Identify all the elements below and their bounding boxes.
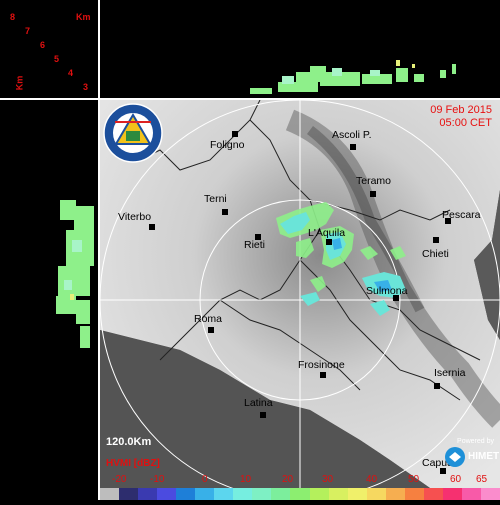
legend-color-cell [100,488,120,500]
legend-tick: -10 [150,474,165,485]
legend-tick: 50 [408,474,420,485]
legend-color-cell [423,488,443,500]
legend-color-cell [138,488,158,500]
legend-color-cell [233,488,253,500]
legend-color-cell [290,488,310,500]
legend-color-cell [195,488,215,500]
legend-tick: -20 [112,474,127,485]
echo-profile-left [56,200,94,348]
timestamp: 09 Feb 2015 05:00 CET [430,104,492,130]
city-laquila: L'Aquila [308,227,345,239]
legend-tick: 60 [450,474,462,485]
city-chieti: Chieti [422,248,449,260]
legend-color-cell [309,488,329,500]
legend-color-cell [328,488,348,500]
legend-color-cell [442,488,462,500]
timestamp-date: 09 Feb 2015 [430,104,492,116]
himet-logo: HIMET [444,446,500,468]
vertical-profile-ns-panel [0,100,98,500]
legend-color-cell [271,488,291,500]
height-tick: 6 [40,40,46,50]
legend-color-cell [385,488,405,500]
height-unit-left: Km [14,75,25,91]
brand-name: HIMET [468,451,500,462]
city-ascoli: Ascoli P. [332,129,372,141]
legend-color-cell [176,488,196,500]
city-roma: Roma [194,313,222,325]
legend-color-cell [214,488,234,500]
legend-color-cell [366,488,386,500]
legend-tick: 10 [240,474,252,485]
vertical-profile-ew-panel [100,0,500,98]
city-frosinone: Frosinone [298,359,345,371]
color-scale-legend [100,488,500,500]
city-sulmona: Sulmona [366,285,408,297]
legend-color-cell [347,488,367,500]
legend-tick: 20 [282,474,294,485]
product-label: HVMI [dBZ] [106,458,160,469]
legend-ticks: -20 -10 0 10 20 30 40 50 60 65 [100,474,500,486]
timestamp-time: 05:00 CET [439,117,492,129]
city-foligno: Foligno [210,139,245,151]
legend-tick: 65 [476,474,488,485]
powered-by-label: Powered by [457,438,494,445]
height-unit-top: Km [76,12,91,22]
height-tick: 3 [83,82,89,92]
legend-color-cell [119,488,139,500]
height-tick: 7 [25,26,31,36]
echo-profile-top [250,60,456,94]
legend-color-cell [252,488,272,500]
legend-tick: 40 [366,474,378,485]
city-teramo: Teramo [356,175,391,187]
legend-tick: 30 [322,474,334,485]
legend-tick: 0 [202,474,208,485]
legend-color-cell [157,488,177,500]
city-terni: Terni [204,193,227,205]
city-latina: Latina [244,397,273,409]
height-tick: 8 [10,12,16,22]
height-tick: 5 [54,54,60,64]
range-label: 120.0Km [106,436,152,448]
city-isernia: Isernia [434,367,466,379]
legend-color-cell [480,488,500,500]
height-tick: 4 [68,68,74,78]
city-viterbo: Viterbo [118,211,151,223]
city-rieti: Rieti [244,239,265,251]
legend-color-cell [404,488,424,500]
city-pescara: Pescara [442,209,481,221]
legend-color-cell [461,488,481,500]
civil-protection-logo [101,102,167,164]
